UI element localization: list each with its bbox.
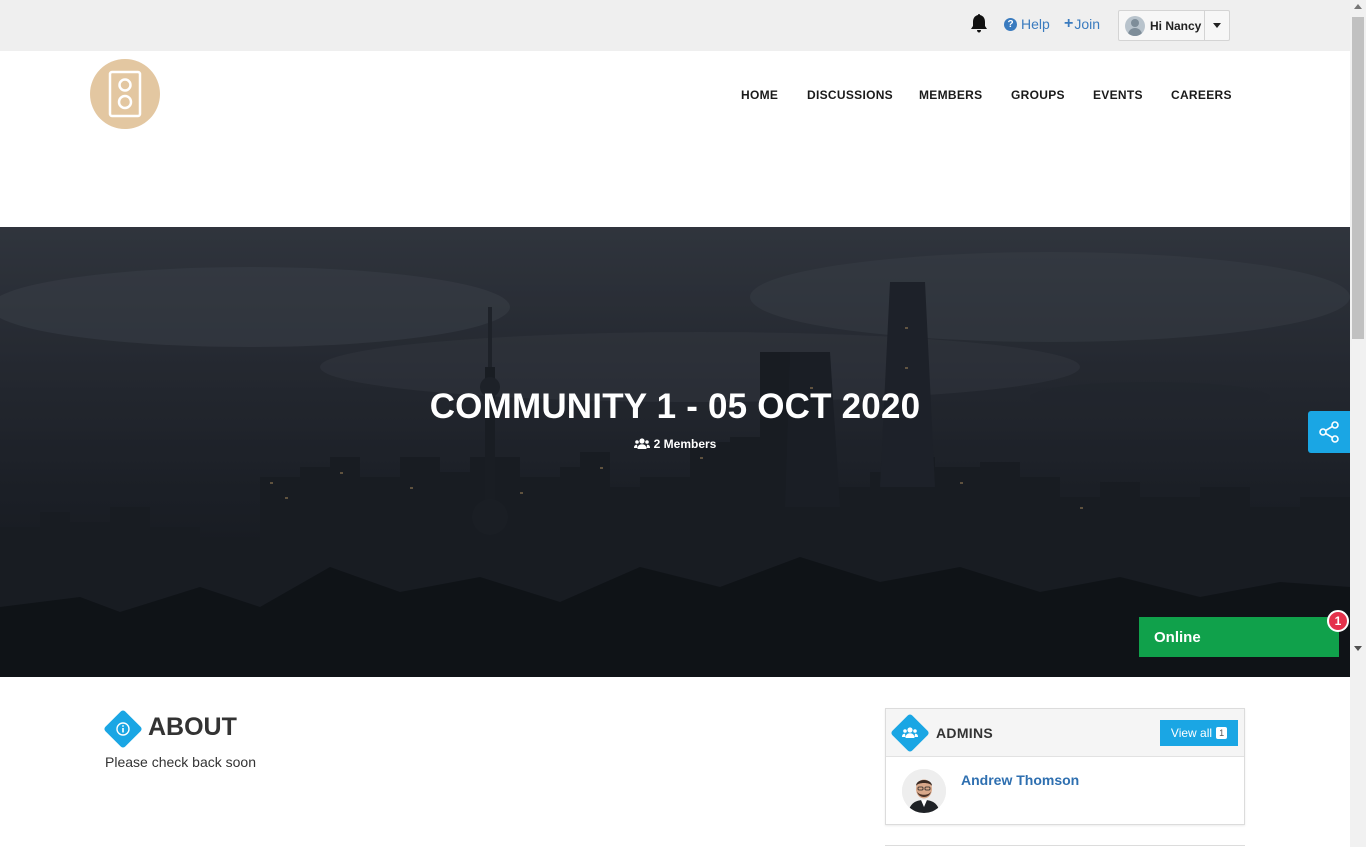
question-circle-icon: ?: [1004, 17, 1017, 31]
view-all-button[interactable]: View all 1: [1160, 720, 1238, 746]
online-label: Online: [1154, 629, 1201, 646]
online-notification-badge: 1: [1327, 610, 1349, 632]
info-icon: [103, 709, 143, 749]
join-link[interactable]: + Join: [1064, 15, 1101, 33]
online-chat-tab[interactable]: Online: [1139, 617, 1339, 657]
share-icon: [1319, 421, 1339, 443]
admin-name-link[interactable]: Andrew Thomson: [961, 772, 1079, 788]
nav-careers[interactable]: CAREERS: [1171, 88, 1232, 102]
admins-heading: ADMINS: [936, 725, 994, 741]
admins-card-header: ADMINS View all 1: [886, 709, 1244, 757]
users-icon: [633, 438, 650, 449]
nav-events[interactable]: EVENTS: [1093, 88, 1143, 102]
nav-members[interactable]: MEMBERS: [919, 88, 982, 102]
members-count[interactable]: 2 Members: [0, 437, 1350, 451]
speaker-icon: [108, 70, 142, 118]
plus-icon: +: [1064, 15, 1074, 32]
site-logo[interactable]: [90, 59, 160, 129]
top-utility-bar: ? Help + Join Hi Nancy: [0, 0, 1350, 51]
admins-card: ADMINS View all 1 Andrew Thomson: [885, 708, 1245, 825]
about-text: Please check back soon: [105, 754, 256, 770]
city-skyline-image: [0, 227, 1350, 677]
view-all-count: 1: [1216, 727, 1228, 739]
users-icon: [890, 713, 930, 753]
scroll-up-icon[interactable]: [1354, 4, 1362, 9]
bell-icon[interactable]: [968, 12, 990, 34]
caret-down-icon[interactable]: [1204, 11, 1229, 40]
join-label: Join: [1074, 16, 1101, 32]
user-avatar-icon: [1125, 15, 1145, 36]
community-title: COMMUNITY 1 - 05 OCT 2020: [429, 387, 921, 426]
admin-avatar[interactable]: [902, 769, 946, 813]
about-heading: ABOUT: [148, 713, 237, 741]
hero-banner: COMMUNITY 1 - 05 OCT 2020 2 Members: [0, 227, 1350, 677]
nav-discussions[interactable]: DISCUSSIONS: [807, 88, 893, 102]
user-menu-button[interactable]: Hi Nancy: [1118, 10, 1230, 41]
members-label: 2 Members: [653, 437, 717, 451]
help-label: Help: [1021, 16, 1050, 32]
user-greeting: Hi Nancy: [1150, 18, 1202, 33]
scrollbar-thumb[interactable]: [1352, 17, 1364, 339]
share-button[interactable]: [1308, 411, 1350, 453]
page-scrollbar[interactable]: [1350, 0, 1366, 847]
view-all-label: View all: [1170, 726, 1213, 740]
nav-home[interactable]: HOME: [741, 88, 778, 102]
nav-groups[interactable]: GROUPS: [1011, 88, 1065, 102]
scroll-down-icon[interactable]: [1354, 646, 1362, 651]
help-link[interactable]: ? Help: [1004, 16, 1050, 32]
